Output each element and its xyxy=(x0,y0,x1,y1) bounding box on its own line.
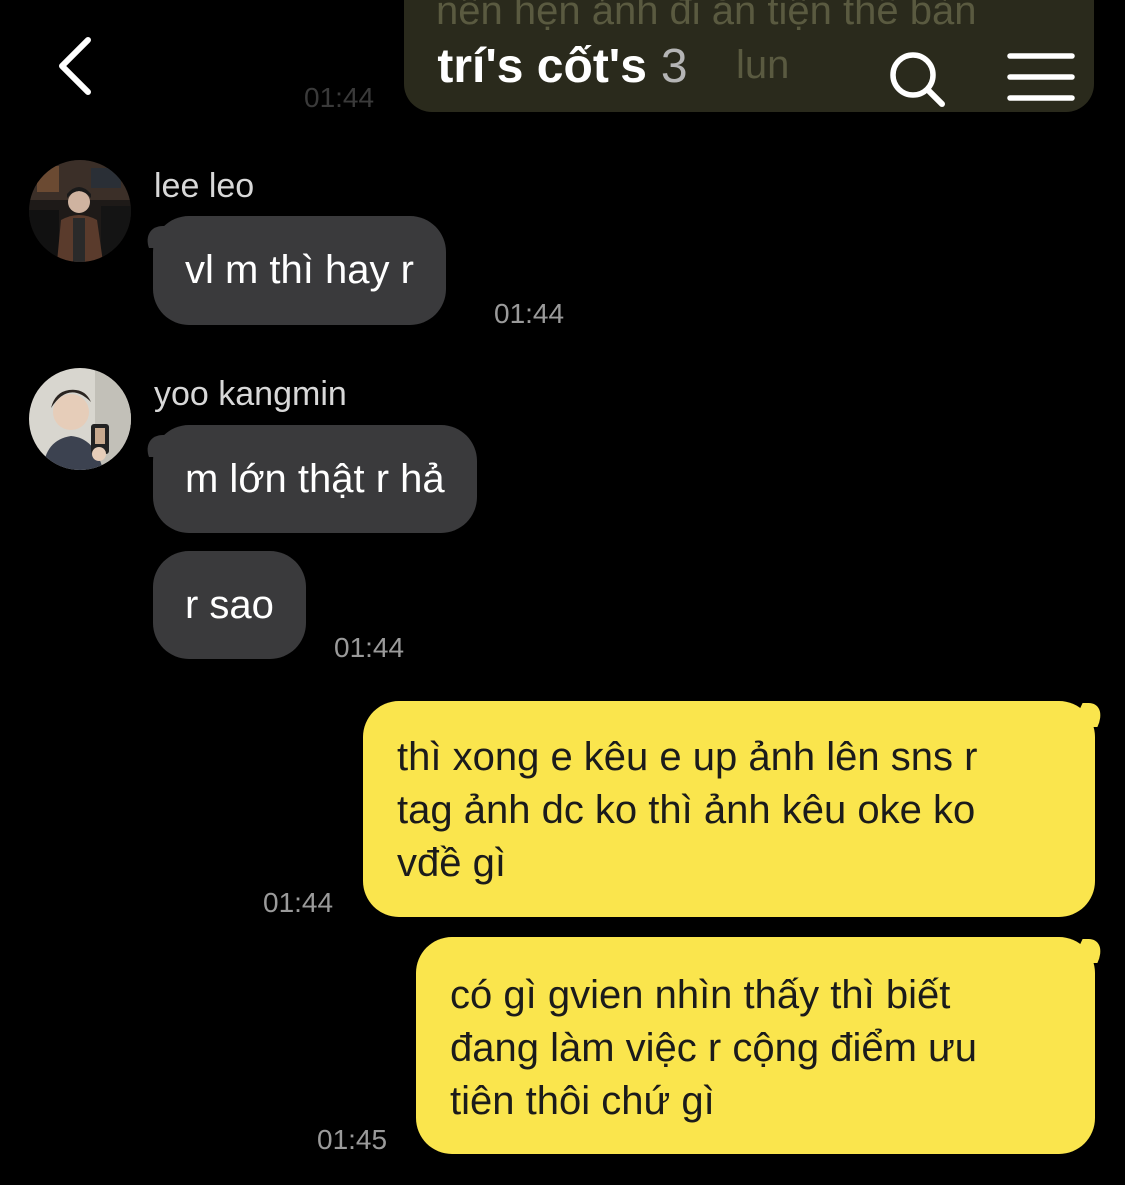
message-line: tag ảnh dc ko thì ảnh kêu oke ko xyxy=(397,788,976,832)
chat-header: trí's cốt's 3 xyxy=(0,0,1125,130)
hamburger-menu-icon xyxy=(1007,53,1075,101)
search-button[interactable] xyxy=(884,46,950,112)
member-count: 3 xyxy=(660,40,688,93)
chat-title: trí's cốt's 3 xyxy=(0,38,1125,96)
message-line: có gì gvien nhìn thấy thì biết xyxy=(450,973,951,1017)
message-line: tiên thôi chứ gì xyxy=(450,1079,715,1123)
search-icon xyxy=(890,52,945,107)
user-avatar-photo xyxy=(29,368,131,470)
user-avatar-photo xyxy=(29,160,131,262)
message-time: 01:44 xyxy=(334,632,405,663)
message-line: đang làm việc r cộng điểm ưu xyxy=(450,1026,978,1070)
sender-name: yoo kangmin xyxy=(154,375,347,413)
avatar-lee-leo[interactable] xyxy=(29,160,131,262)
message-time: 01:45 xyxy=(317,1124,388,1155)
message-line: thì xong e kêu e up ảnh lên sns r xyxy=(397,735,978,779)
message-time: 01:44 xyxy=(494,298,565,329)
message-bubble[interactable]: m lớn thật r hả xyxy=(153,425,477,533)
message-time: 01:44 xyxy=(263,887,334,918)
outgoing-message-bubble[interactable]: có gì gvien nhìn thấy thì biết đang làm … xyxy=(416,937,1095,1154)
avatar-yoo-kangmin[interactable] xyxy=(29,368,131,470)
menu-button[interactable] xyxy=(1006,50,1076,106)
sender-name: lee leo xyxy=(154,167,255,205)
outgoing-message-bubble[interactable]: thì xong e kêu e up ảnh lên sns r tag ản… xyxy=(363,701,1095,917)
message-bubble[interactable]: r sao xyxy=(153,551,306,659)
message-line: vđề gì xyxy=(397,841,506,885)
message-bubble[interactable]: vl m thì hay r xyxy=(153,216,446,325)
chat-room-name: trí's cốt's xyxy=(437,40,647,93)
